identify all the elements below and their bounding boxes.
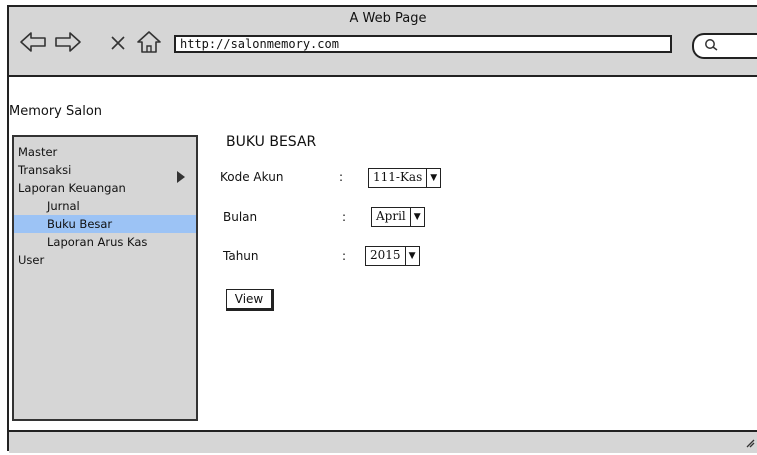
chevron-down-icon: ▼ xyxy=(426,169,440,187)
bulan-label: Bulan xyxy=(223,210,258,224)
sidebar-item-transaksi[interactable]: Transaksi xyxy=(14,161,196,183)
back-arrow-icon xyxy=(20,32,46,52)
chevron-down-icon: ▼ xyxy=(409,208,424,226)
close-icon xyxy=(111,36,125,50)
search-box[interactable] xyxy=(692,33,757,59)
sidebar-item-label: Laporan Keuangan xyxy=(18,181,126,195)
kode-akun-colon: : xyxy=(339,170,344,184)
sidebar-item-label: Jurnal xyxy=(47,199,80,213)
back-button[interactable] xyxy=(19,30,47,54)
chevron-down-icon: ▼ xyxy=(404,247,419,265)
sidebar-item-label: Master xyxy=(18,145,58,159)
browser-window: A Web Page http://salonmemory.com Memory… xyxy=(7,5,757,453)
bulan-colon: : xyxy=(342,210,347,224)
sidebar-item-laporan-arus-kas[interactable]: Laporan Arus Kas xyxy=(14,233,196,251)
home-icon xyxy=(137,31,161,53)
bulan-select[interactable]: April ▼ xyxy=(371,207,425,227)
status-bar xyxy=(9,430,757,453)
sidebar-item-label: Laporan Arus Kas xyxy=(47,235,148,249)
app-title: Memory Salon xyxy=(9,104,103,119)
sidebar-item-jurnal[interactable]: Jurnal xyxy=(14,197,196,215)
sidebar-item-user[interactable]: User xyxy=(14,251,196,269)
sidebar-menu: Master Transaksi Laporan Keuangan Jurnal… xyxy=(12,135,198,421)
sidebar-item-label: Buku Besar xyxy=(47,217,113,231)
bulan-value: April xyxy=(376,209,406,223)
browser-toolbar: A Web Page http://salonmemory.com xyxy=(9,7,757,77)
tahun-value: 2015 xyxy=(370,248,401,262)
stop-button[interactable] xyxy=(109,30,127,54)
kode-akun-select[interactable]: 111-Kas ▼ xyxy=(368,168,442,188)
kode-akun-label: Kode Akun xyxy=(220,170,284,184)
forward-button[interactable] xyxy=(54,30,82,54)
kode-akun-value: 111-Kas xyxy=(373,170,423,184)
address-bar[interactable]: http://salonmemory.com xyxy=(174,35,672,53)
tahun-select[interactable]: 2015 ▼ xyxy=(365,246,420,266)
window-title: A Web Page xyxy=(349,11,427,26)
search-icon xyxy=(705,39,718,51)
home-button[interactable] xyxy=(135,30,163,54)
forward-arrow-icon xyxy=(55,32,81,52)
tahun-colon: : xyxy=(342,249,347,263)
sidebar-item-label: User xyxy=(18,253,45,267)
tahun-label: Tahun xyxy=(223,249,259,263)
sidebar-item-laporan-keuangan[interactable]: Laporan Keuangan xyxy=(14,179,196,197)
resize-grip-icon[interactable] xyxy=(745,438,755,448)
sidebar-item-label: Transaksi xyxy=(18,163,72,177)
page-title: BUKU BESAR xyxy=(226,134,317,150)
view-button[interactable]: View xyxy=(226,289,274,311)
sidebar-item-buku-besar[interactable]: Buku Besar xyxy=(14,215,196,233)
sidebar-item-master[interactable]: Master xyxy=(14,143,196,161)
